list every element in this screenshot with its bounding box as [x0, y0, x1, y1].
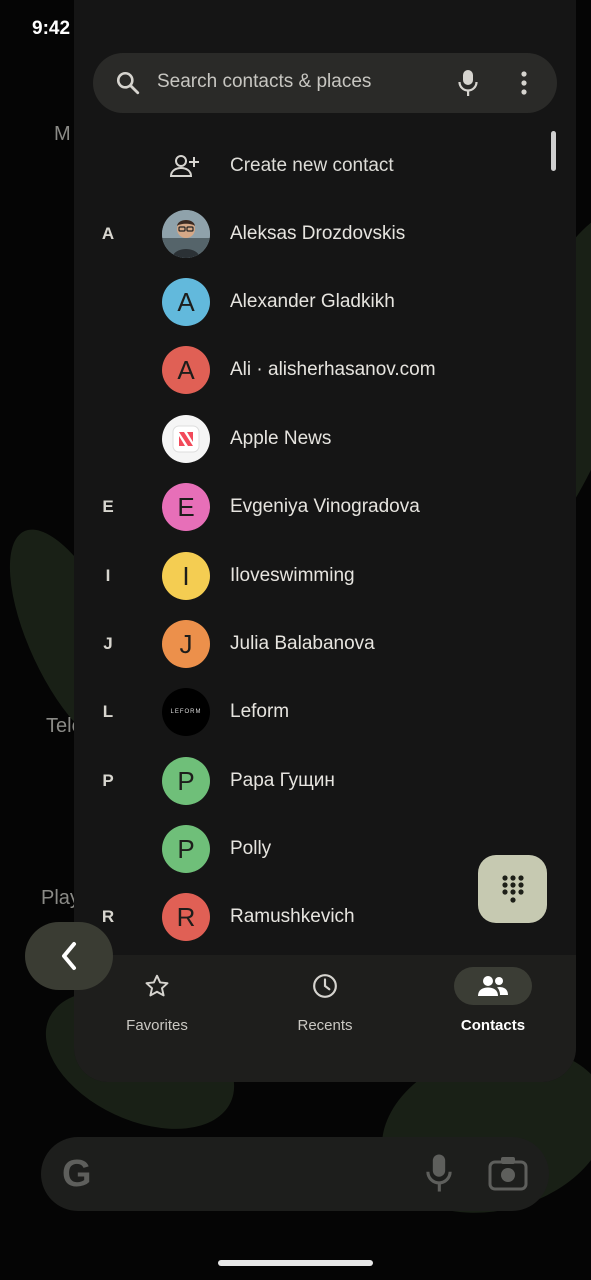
contact-initial-avatar: J: [162, 620, 210, 668]
tab-recents[interactable]: Recents: [255, 967, 395, 1047]
contact-name: Iloveswimming: [230, 565, 355, 586]
contact-name: Ramushkevich: [230, 906, 355, 927]
tab-favorites[interactable]: Favorites: [87, 967, 227, 1047]
status-time: 9:42: [32, 18, 71, 39]
contact-name: Evgeniya Vinogradova: [230, 496, 420, 517]
tab-contacts[interactable]: Contacts: [423, 967, 563, 1047]
section-letter: E: [102, 497, 114, 516]
contact-row[interactable]: A Aleksas Drozdovskis: [74, 200, 514, 268]
contacts-panel: Search contacts & places Create new cont…: [74, 0, 576, 1082]
home-mic-icon[interactable]: [424, 1152, 454, 1199]
search-input[interactable]: Search contacts & places: [157, 71, 371, 93]
tab-recents-label: Recents: [297, 1017, 353, 1034]
contact-name: Polly: [230, 838, 272, 859]
contact-name: Ali · alisherhasanov.com: [230, 359, 436, 380]
contact-row[interactable]: J J Julia Balabanova: [74, 610, 514, 678]
tab-favorites-label: Favorites: [126, 1017, 188, 1034]
contact-row[interactable]: I I Iloveswimming: [74, 542, 514, 610]
lens-camera-icon[interactable]: [488, 1155, 528, 1196]
list-scrollbar[interactable]: [551, 131, 556, 171]
clock-icon: [313, 974, 337, 998]
nav-icon-container-active: [454, 967, 532, 1005]
section-letter: A: [101, 224, 115, 243]
contact-initial-avatar: P: [162, 757, 210, 805]
section-letter: I: [105, 566, 111, 585]
back-gesture-button[interactable]: [25, 922, 113, 990]
google-logo-icon[interactable]: G: [62, 1153, 92, 1196]
contact-name: Aleksas Drozdovskis: [230, 223, 406, 244]
leform-logo-avatar: LEFORM: [162, 688, 210, 736]
star-icon: [145, 974, 169, 997]
contact-row[interactable]: L LEFORM Leform: [74, 678, 514, 746]
gesture-nav-handle[interactable]: [218, 1260, 373, 1266]
nav-icon-container: [286, 967, 364, 1005]
contact-row[interactable]: A Alexander Gladkikh: [74, 268, 514, 336]
search-icon[interactable]: [115, 70, 141, 101]
tab-contacts-label: Contacts: [460, 1017, 526, 1034]
contact-name: Alexander Gladkikh: [230, 291, 395, 312]
section-letter: L: [102, 702, 114, 721]
people-icon: [478, 976, 508, 996]
contact-initial-avatar: P: [162, 825, 210, 873]
contact-initial-avatar: A: [162, 278, 210, 326]
dialpad-icon: [501, 875, 524, 903]
apple-news-logo-icon: [162, 415, 210, 463]
contact-initial-avatar: I: [162, 552, 210, 600]
mic-icon[interactable]: [458, 69, 478, 102]
contact-initial-avatar: R: [162, 893, 210, 941]
person-add-icon: [169, 154, 200, 183]
contact-row[interactable]: Apple News: [74, 405, 514, 473]
contact-row[interactable]: P P Papa Гущин: [74, 747, 514, 815]
section-letter: J: [103, 634, 113, 653]
contact-row[interactable]: A Ali · alisherhasanov.com: [74, 336, 514, 404]
contact-name: Papa Гущин: [230, 770, 335, 791]
create-new-contact-row[interactable]: Create new contact: [74, 132, 514, 200]
contact-initial-avatar: A: [162, 346, 210, 394]
contact-row[interactable]: P Polly: [74, 815, 514, 883]
more-vert-icon[interactable]: [520, 70, 528, 101]
section-letter: R: [101, 907, 115, 926]
section-letter: P: [102, 771, 114, 790]
chevron-left-icon: [62, 942, 76, 970]
search-bar[interactable]: Search contacts & places: [93, 53, 557, 113]
nav-icon-container: [118, 967, 196, 1005]
home-search-bar[interactable]: [41, 1137, 549, 1211]
dialpad-button[interactable]: [478, 855, 547, 923]
create-new-contact-label: Create new contact: [230, 155, 394, 176]
contact-row[interactable]: R R Ramushkevich: [74, 883, 514, 951]
contact-name: Apple News: [230, 428, 332, 449]
contact-name: Julia Balabanova: [230, 633, 375, 654]
contact-photo-avatar: [162, 210, 210, 258]
bottom-navigation: Favorites Recents Contacts: [74, 955, 576, 1082]
contact-row[interactable]: E E Evgeniya Vinogradova: [74, 473, 514, 541]
contact-initial-avatar: E: [162, 483, 210, 531]
background-app-label: M: [54, 123, 71, 145]
contact-name: Leform: [230, 701, 290, 722]
